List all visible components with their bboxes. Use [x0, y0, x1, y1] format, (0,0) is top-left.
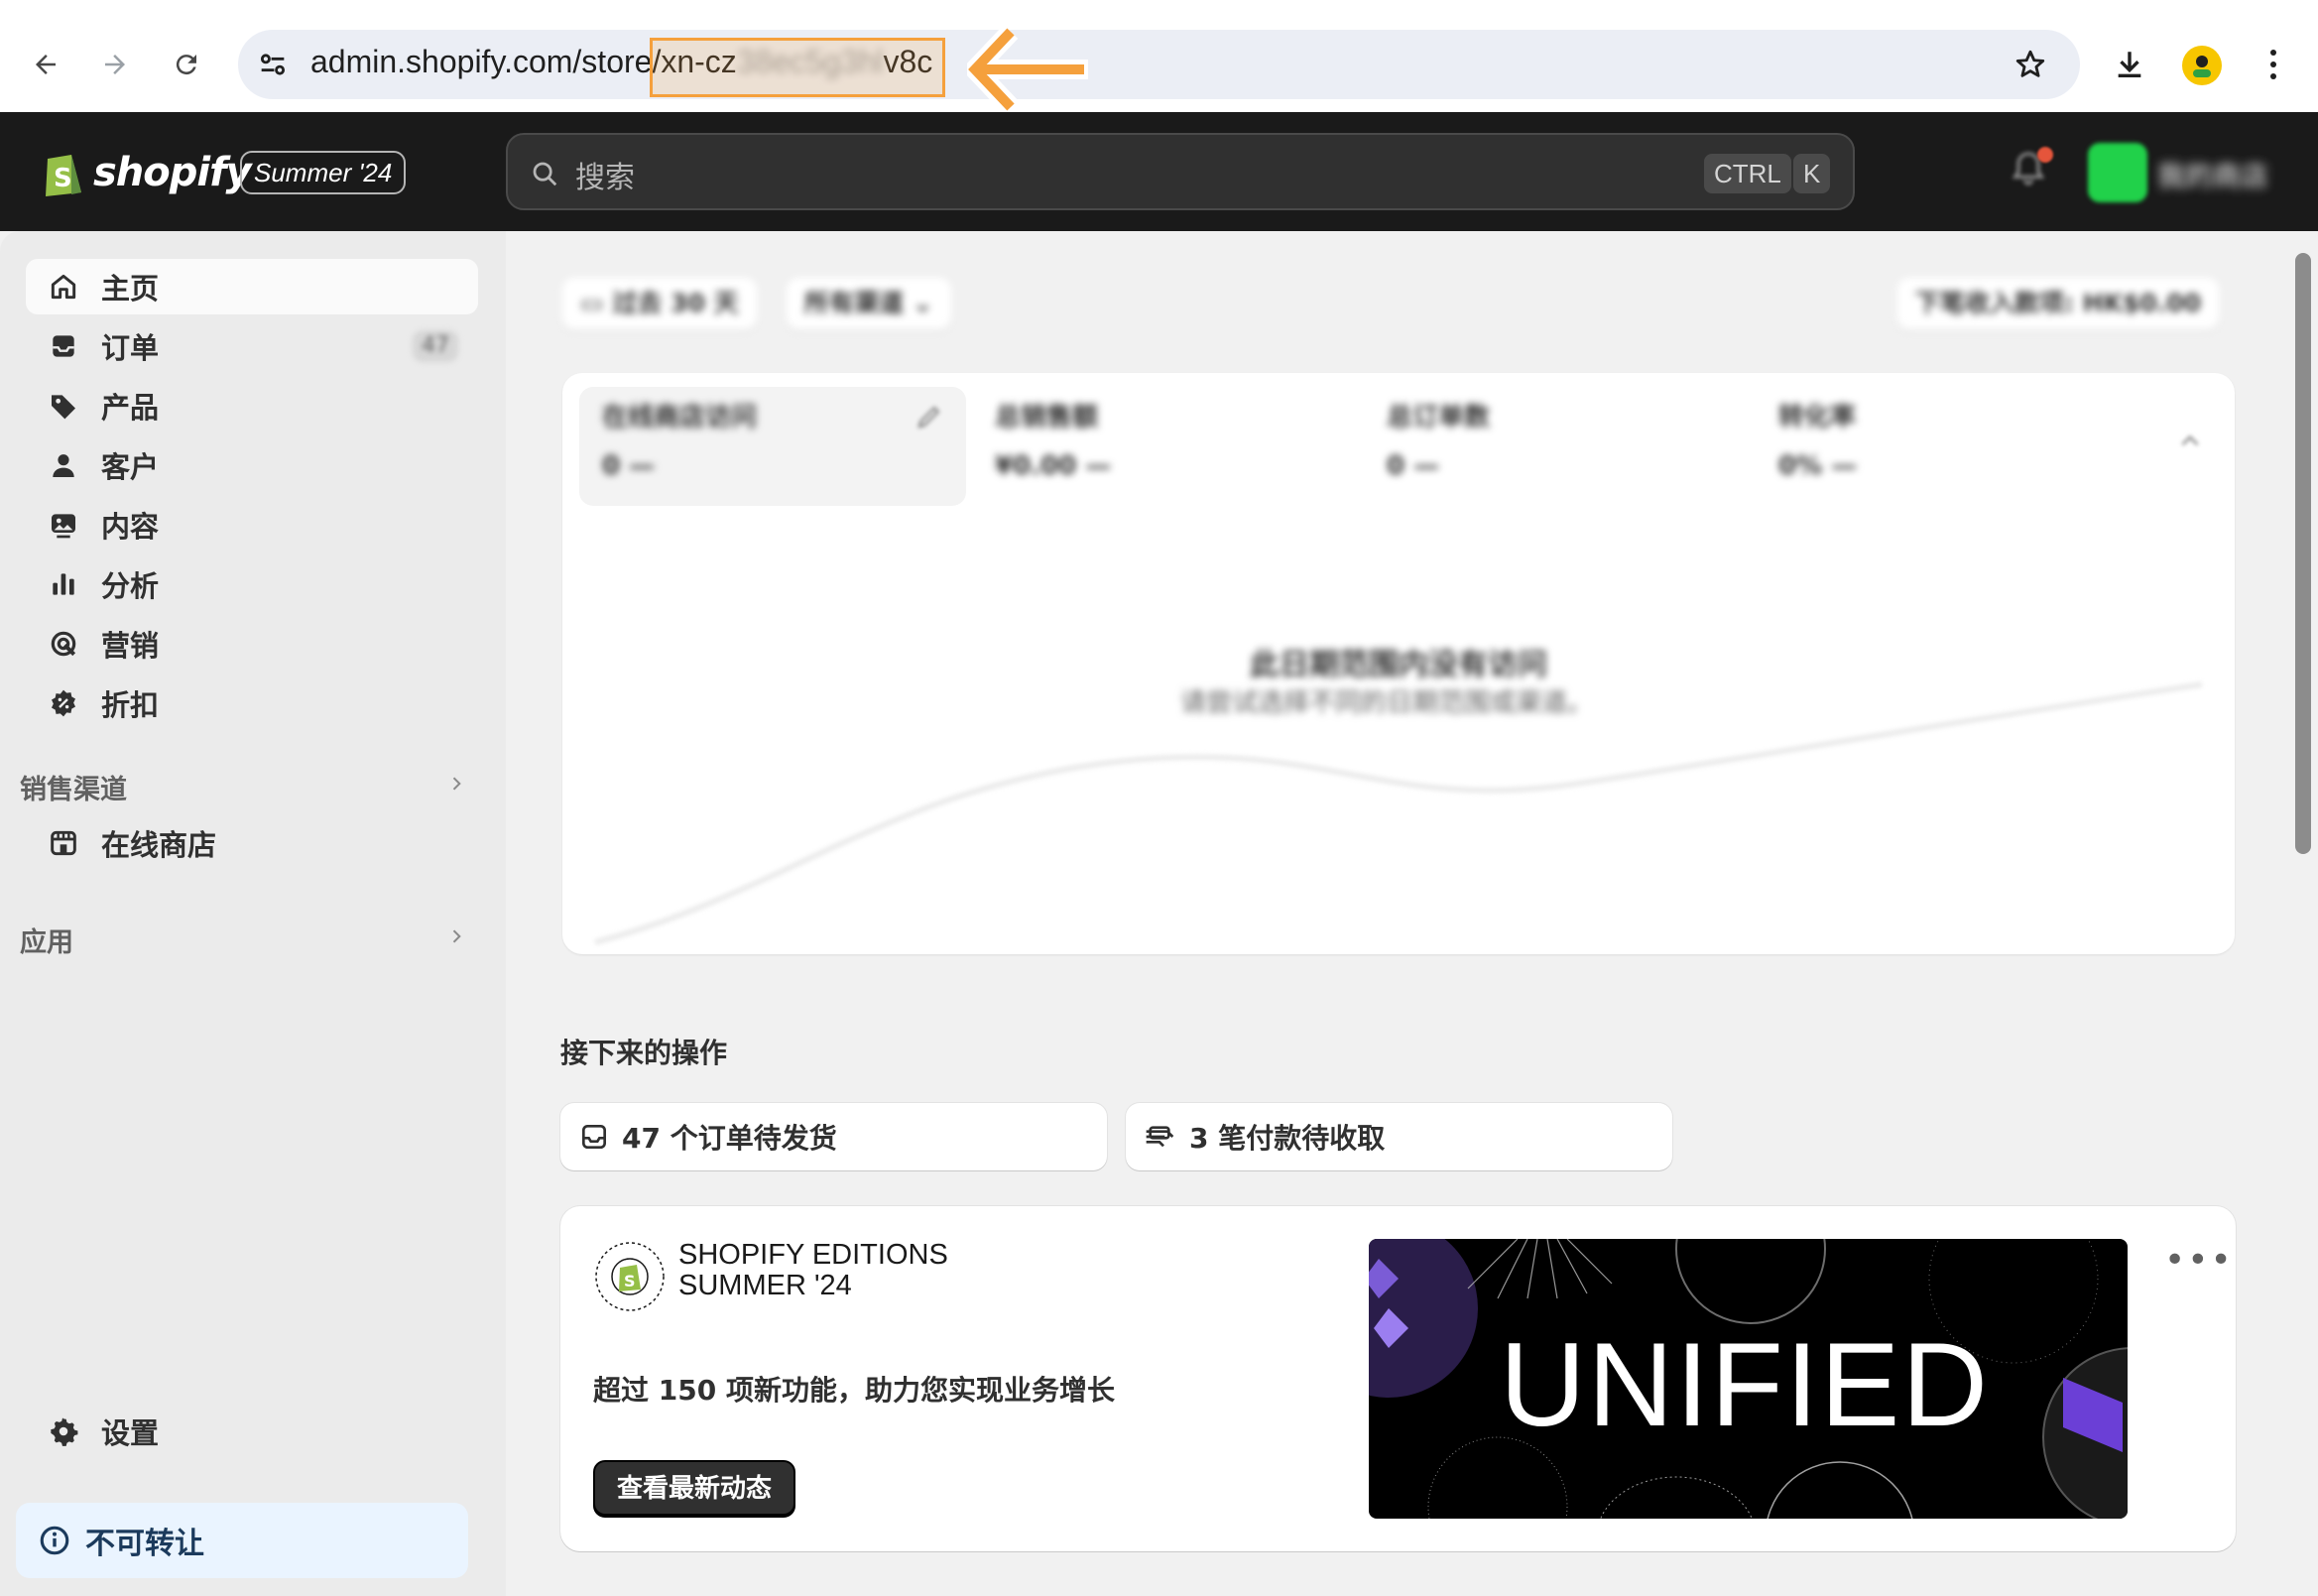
- forward-button[interactable]: [83, 33, 147, 96]
- pencil-icon[interactable]: [915, 402, 944, 431]
- search-icon: [533, 162, 557, 186]
- calendar-icon: ▭: [580, 289, 604, 317]
- sidebar-item-orders[interactable]: 订单 47: [26, 318, 478, 374]
- edition-badge[interactable]: Summer '24: [240, 151, 407, 194]
- metric-title: 转化率: [1778, 403, 1857, 432]
- main-scrollbar-thumb[interactable]: [2295, 253, 2311, 854]
- apps-heading[interactable]: 应用: [20, 921, 73, 959]
- browser-toolbar: admin.shopify.com/store/xn-cz38ec5g3hlv8…: [0, 0, 2318, 114]
- reload-icon: [176, 55, 196, 75]
- chevron-up-icon[interactable]: [2177, 429, 2203, 454]
- download-icon: [2118, 52, 2141, 78]
- chevron-down-icon: ⌄: [912, 289, 933, 317]
- bookmark-star-button[interactable]: [1999, 33, 2062, 96]
- metric-title: 总订单数: [1387, 403, 1491, 432]
- sidebar-item-settings[interactable]: 设置: [26, 1404, 478, 1459]
- promo-more-actions-button[interactable]: •••: [2164, 1240, 2234, 1281]
- metric-value: 0% —: [1778, 451, 1858, 481]
- bar-chart-icon: [53, 573, 74, 595]
- store-name[interactable]: 我的商店: [2157, 155, 2291, 190]
- metric-value: ¥0.00 —: [995, 451, 1112, 481]
- sidebar-item-analytics[interactable]: 分析: [26, 556, 478, 612]
- shortcut-k: K: [1793, 154, 1831, 193]
- store-avatar[interactable]: [2088, 143, 2147, 202]
- svg-text:S: S: [54, 164, 72, 193]
- arrow-left-icon: [36, 55, 56, 74]
- svg-text:S: S: [624, 1272, 636, 1290]
- sidebar-item-marketing[interactable]: 营销: [26, 616, 478, 672]
- metric-title: 总销售额: [995, 403, 1099, 432]
- shortcut-ctrl: CTRL: [1704, 154, 1791, 193]
- star-icon: [2015, 50, 2045, 77]
- site-info-icon[interactable]: [256, 48, 290, 81]
- notification-dot: [2037, 147, 2053, 163]
- orange-arrow-annotation: [967, 25, 1088, 114]
- empty-state-subtitle: 请尝试选择不同的日期范围或渠道。: [1180, 688, 1594, 718]
- view-latest-button[interactable]: 查看最新动态: [593, 1460, 796, 1518]
- sidebar-item-content[interactable]: 内容: [26, 497, 478, 552]
- editions-banner-image: UNIFIED: [1369, 1239, 2128, 1519]
- sidebar-item-products[interactable]: 产品: [26, 378, 478, 433]
- downloads-button[interactable]: [2098, 33, 2161, 96]
- empty-state-title: 此日期范围内没有访问: [1250, 648, 1547, 682]
- channel-filter-button[interactable]: 所有渠道 ⌄: [787, 278, 951, 329]
- address-bar[interactable]: admin.shopify.com/store/xn-cz38ec5g3hlv8…: [238, 30, 2080, 99]
- promo-headline: 超过 150 项新功能，助力您实现业务增长: [593, 1374, 1115, 1407]
- non-transferable-notice[interactable]: 不可转让: [16, 1503, 468, 1578]
- arrow-right-icon: [105, 55, 125, 74]
- date-range-button[interactable]: ▭ 过去 30 天: [562, 278, 757, 329]
- inbox-icon: [53, 335, 74, 357]
- search-placeholder: 搜索: [575, 161, 635, 195]
- reload-button[interactable]: [155, 33, 218, 96]
- metric-value: 0 —: [602, 451, 656, 481]
- sales-channels-heading[interactable]: 销售渠道: [20, 768, 127, 806]
- pending-income-button[interactable]: 下笔收入款项: HK$0.00: [1897, 278, 2220, 329]
- metric-value: 0 —: [1387, 451, 1440, 481]
- sidebar-item-customers[interactable]: 客户: [26, 437, 478, 493]
- profile-icon: [2193, 56, 2211, 77]
- sidebar-item-online-store[interactable]: 在线商店: [26, 815, 478, 871]
- info-icon: [40, 1526, 69, 1555]
- sidebar: [0, 231, 506, 1596]
- kebab-menu-icon: [2270, 50, 2276, 79]
- url-store-highlight: [650, 38, 945, 97]
- sidebar-item-home[interactable]: 主页: [26, 259, 478, 314]
- shopify-bag-icon: S: [46, 155, 81, 196]
- chevron-right-icon[interactable]: [446, 774, 466, 794]
- target-icon: [51, 631, 76, 657]
- back-button[interactable]: [14, 33, 77, 96]
- person-icon: [53, 454, 74, 477]
- discount-icon: [52, 689, 75, 717]
- browser-menu-button[interactable]: [2242, 33, 2305, 96]
- profile-avatar[interactable]: [2182, 46, 2222, 85]
- payments-to-capture-button[interactable]: 3 笔付款待收取: [1126, 1103, 1672, 1170]
- orders-count-badge: 47: [413, 330, 458, 362]
- sidebar-item-discounts[interactable]: 折扣: [26, 675, 478, 731]
- inbox-icon: [582, 1125, 606, 1149]
- editions-seal-icon: S: [595, 1242, 665, 1311]
- storefront-icon: [51, 830, 76, 856]
- gear-icon: [51, 1417, 78, 1446]
- image-icon: [52, 514, 75, 539]
- payment-hand-icon: [1146, 1126, 1174, 1148]
- chevron-right-icon[interactable]: [446, 926, 466, 946]
- home-icon: [51, 274, 76, 300]
- banner-unified-text: UNIFIED: [1500, 1318, 1990, 1451]
- tag-icon: [52, 395, 75, 420]
- search-input[interactable]: 搜索 CTRL K: [506, 133, 1855, 210]
- next-actions-heading: 接下来的操作: [560, 1037, 728, 1069]
- editions-brand: SHOPIFY EDITIONS SUMMER '24: [678, 1239, 948, 1301]
- metric-title: 在线商店访问: [602, 403, 758, 432]
- orders-to-fulfill-button[interactable]: 47 个订单待发货: [560, 1103, 1107, 1170]
- shopify-logo[interactable]: S shopify: [42, 147, 252, 198]
